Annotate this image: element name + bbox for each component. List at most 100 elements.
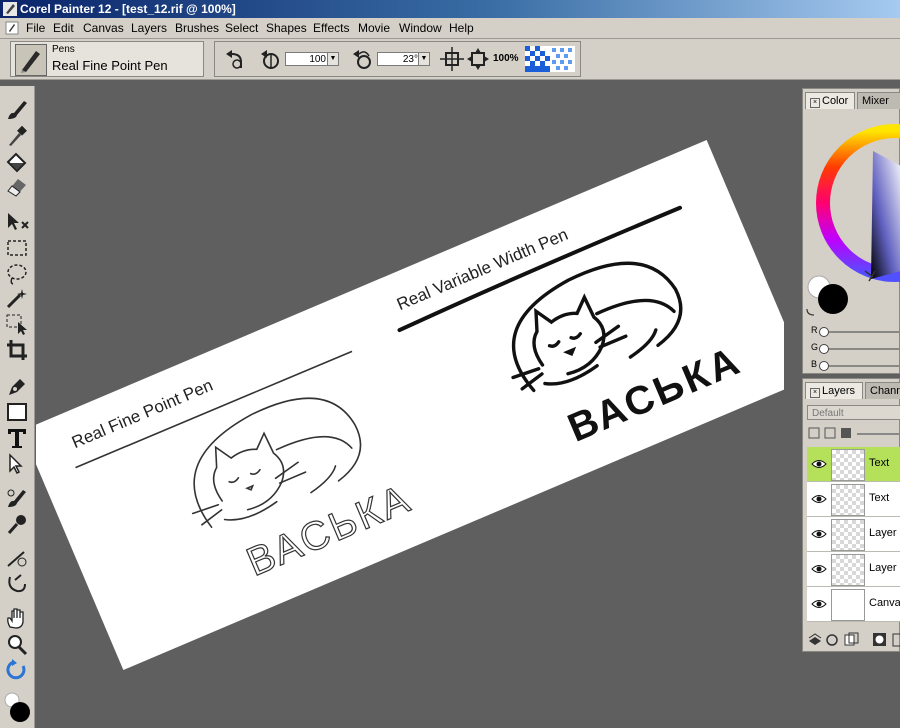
delete-layer-icon[interactable]: [892, 633, 900, 647]
blue-slider-knob[interactable]: [819, 361, 829, 371]
layer-row[interactable]: Text: [807, 482, 900, 517]
rectangular-selection-tool-icon[interactable]: [4, 236, 30, 260]
layer-row[interactable]: Layer: [807, 552, 900, 587]
magic-wand-tool-icon[interactable]: [4, 286, 30, 310]
menu-effects[interactable]: Effects: [313, 21, 349, 35]
mirror-tool-icon[interactable]: [4, 572, 30, 596]
layer-adjuster-tool-icon[interactable]: [4, 210, 30, 234]
red-channel-label: R: [811, 325, 818, 335]
dodge-tool-icon[interactable]: [4, 546, 30, 570]
dynamic-plugins-icon[interactable]: [826, 634, 838, 646]
paint-bucket-tool-icon[interactable]: [4, 150, 30, 174]
tab-color[interactable]: × Color: [805, 92, 855, 109]
menu-shapes[interactable]: Shapes: [266, 21, 307, 35]
menu-select[interactable]: Select: [225, 21, 258, 35]
lasso-tool-icon[interactable]: [4, 262, 30, 286]
brush-tool-icon[interactable]: [4, 98, 30, 122]
right-panels: × Color Mixer R G B × Layers Chan Defaul…: [802, 80, 900, 728]
tab-color-label: Color: [822, 95, 849, 107]
eye-icon[interactable]: [811, 459, 827, 469]
fit-screen-icon[interactable]: [439, 46, 465, 72]
actual-size-icon[interactable]: [465, 46, 491, 72]
layer-name: Canvas: [869, 597, 900, 609]
layer-thumbnail: [831, 589, 865, 621]
toolbox: [0, 86, 35, 728]
grabber-tool-icon[interactable]: [4, 606, 30, 630]
close-icon[interactable]: ×: [810, 388, 820, 398]
opacity-icon: [261, 50, 279, 69]
text-tool-icon[interactable]: [4, 426, 30, 450]
painter-app-icon: [3, 2, 17, 16]
pen-brush-icon: [15, 44, 47, 76]
blue-channel-label: B: [811, 359, 818, 369]
canvas-area[interactable]: Real Fine Point Pen Real Variable Width …: [36, 86, 784, 726]
green-slider-knob[interactable]: [819, 344, 829, 354]
blue-slider[interactable]: [821, 365, 900, 367]
rectangle-shape-tool-icon[interactable]: [4, 400, 30, 424]
menu-file[interactable]: File: [26, 21, 45, 35]
magnifier-tool-icon[interactable]: [4, 632, 30, 656]
pen-shape-tool-icon[interactable]: [4, 374, 30, 398]
color-wheel[interactable]: [813, 121, 900, 295]
brush-selector[interactable]: Pens Real Fine Point Pen: [10, 41, 204, 77]
red-slider-knob[interactable]: [819, 327, 829, 337]
tab-mixer-label: Mixer: [862, 95, 889, 107]
title-bar: Corel Painter 12 - [test_12.rif @ 100%]: [0, 0, 900, 18]
layer-thumbnail: [831, 554, 865, 586]
new-layer-icon[interactable]: [844, 632, 859, 646]
menu-canvas[interactable]: Canvas: [83, 21, 124, 35]
layer-row[interactable]: Canvas: [807, 587, 900, 622]
opacity-field[interactable]: 100: [285, 52, 329, 66]
layer-mask-icon[interactable]: [873, 633, 886, 646]
rotate-page-tool-icon[interactable]: [4, 658, 30, 682]
cloner-tool-icon[interactable]: [4, 486, 30, 510]
opacity-dropdown[interactable]: ▼: [327, 52, 339, 66]
layer-thumbnail: [831, 449, 865, 481]
tab-channels[interactable]: Channe: [865, 382, 900, 399]
layer-commands-icon[interactable]: [808, 633, 822, 645]
menu-edit[interactable]: Edit: [53, 21, 74, 35]
current-color-swatch[interactable]: [805, 273, 851, 317]
shape-selection-tool-icon[interactable]: [4, 452, 30, 476]
menu-brushes[interactable]: Brushes: [175, 21, 219, 35]
eye-icon[interactable]: [811, 494, 827, 504]
layer-name: Text: [869, 492, 890, 504]
red-slider[interactable]: [821, 331, 900, 333]
layer-name: Text: [869, 457, 890, 469]
paper-texture-icon[interactable]: [525, 46, 575, 72]
selection-adjuster-tool-icon[interactable]: [4, 312, 30, 336]
main-additional-color-swatch[interactable]: [3, 690, 31, 724]
crop-tool-icon[interactable]: [4, 338, 30, 362]
document-menu-icon[interactable]: [5, 21, 19, 35]
layer-row[interactable]: Text: [807, 447, 900, 482]
close-icon[interactable]: ×: [810, 98, 820, 108]
menu-layers[interactable]: Layers: [131, 21, 167, 35]
composite-method-select[interactable]: Default: [807, 405, 900, 420]
tab-channels-label: Channe: [870, 385, 900, 397]
angle-icon: [353, 50, 371, 69]
reset-tool-icon[interactable]: [221, 46, 247, 72]
window-title: Corel Painter 12 - [test_12.rif @ 100%]: [20, 2, 236, 16]
tab-layers-label: Layers: [822, 385, 856, 397]
layers-panel: ×Layers Channe Default Text Text Layer 1: [802, 378, 900, 652]
eraser-tool-icon[interactable]: [4, 174, 30, 198]
dropper-tool-icon[interactable]: [4, 124, 30, 148]
angle-dropdown[interactable]: ▼: [418, 52, 430, 66]
layer-row[interactable]: Layer 1: [807, 517, 900, 552]
menu-window[interactable]: Window: [399, 21, 442, 35]
menu-movie[interactable]: Movie: [358, 21, 390, 35]
green-channel-label: G: [811, 342, 819, 352]
tab-mixer[interactable]: Mixer: [857, 92, 900, 109]
eye-icon[interactable]: [811, 529, 827, 539]
document-page[interactable]: Real Fine Point Pen Real Variable Width …: [36, 139, 784, 671]
layer-options-toolbar[interactable]: [807, 425, 900, 443]
green-slider[interactable]: [821, 348, 900, 350]
angle-field[interactable]: 23°: [377, 52, 421, 66]
rubber-stamp-tool-icon[interactable]: [4, 512, 30, 536]
eye-icon[interactable]: [811, 599, 827, 609]
property-bar: Pens Real Fine Point Pen 100 ▼ 23° ▼ 100…: [0, 39, 900, 80]
brush-variant-label: Real Fine Point Pen: [52, 58, 168, 73]
eye-icon[interactable]: [811, 564, 827, 574]
tab-layers[interactable]: × Layers: [805, 382, 863, 399]
menu-help[interactable]: Help: [449, 21, 474, 35]
